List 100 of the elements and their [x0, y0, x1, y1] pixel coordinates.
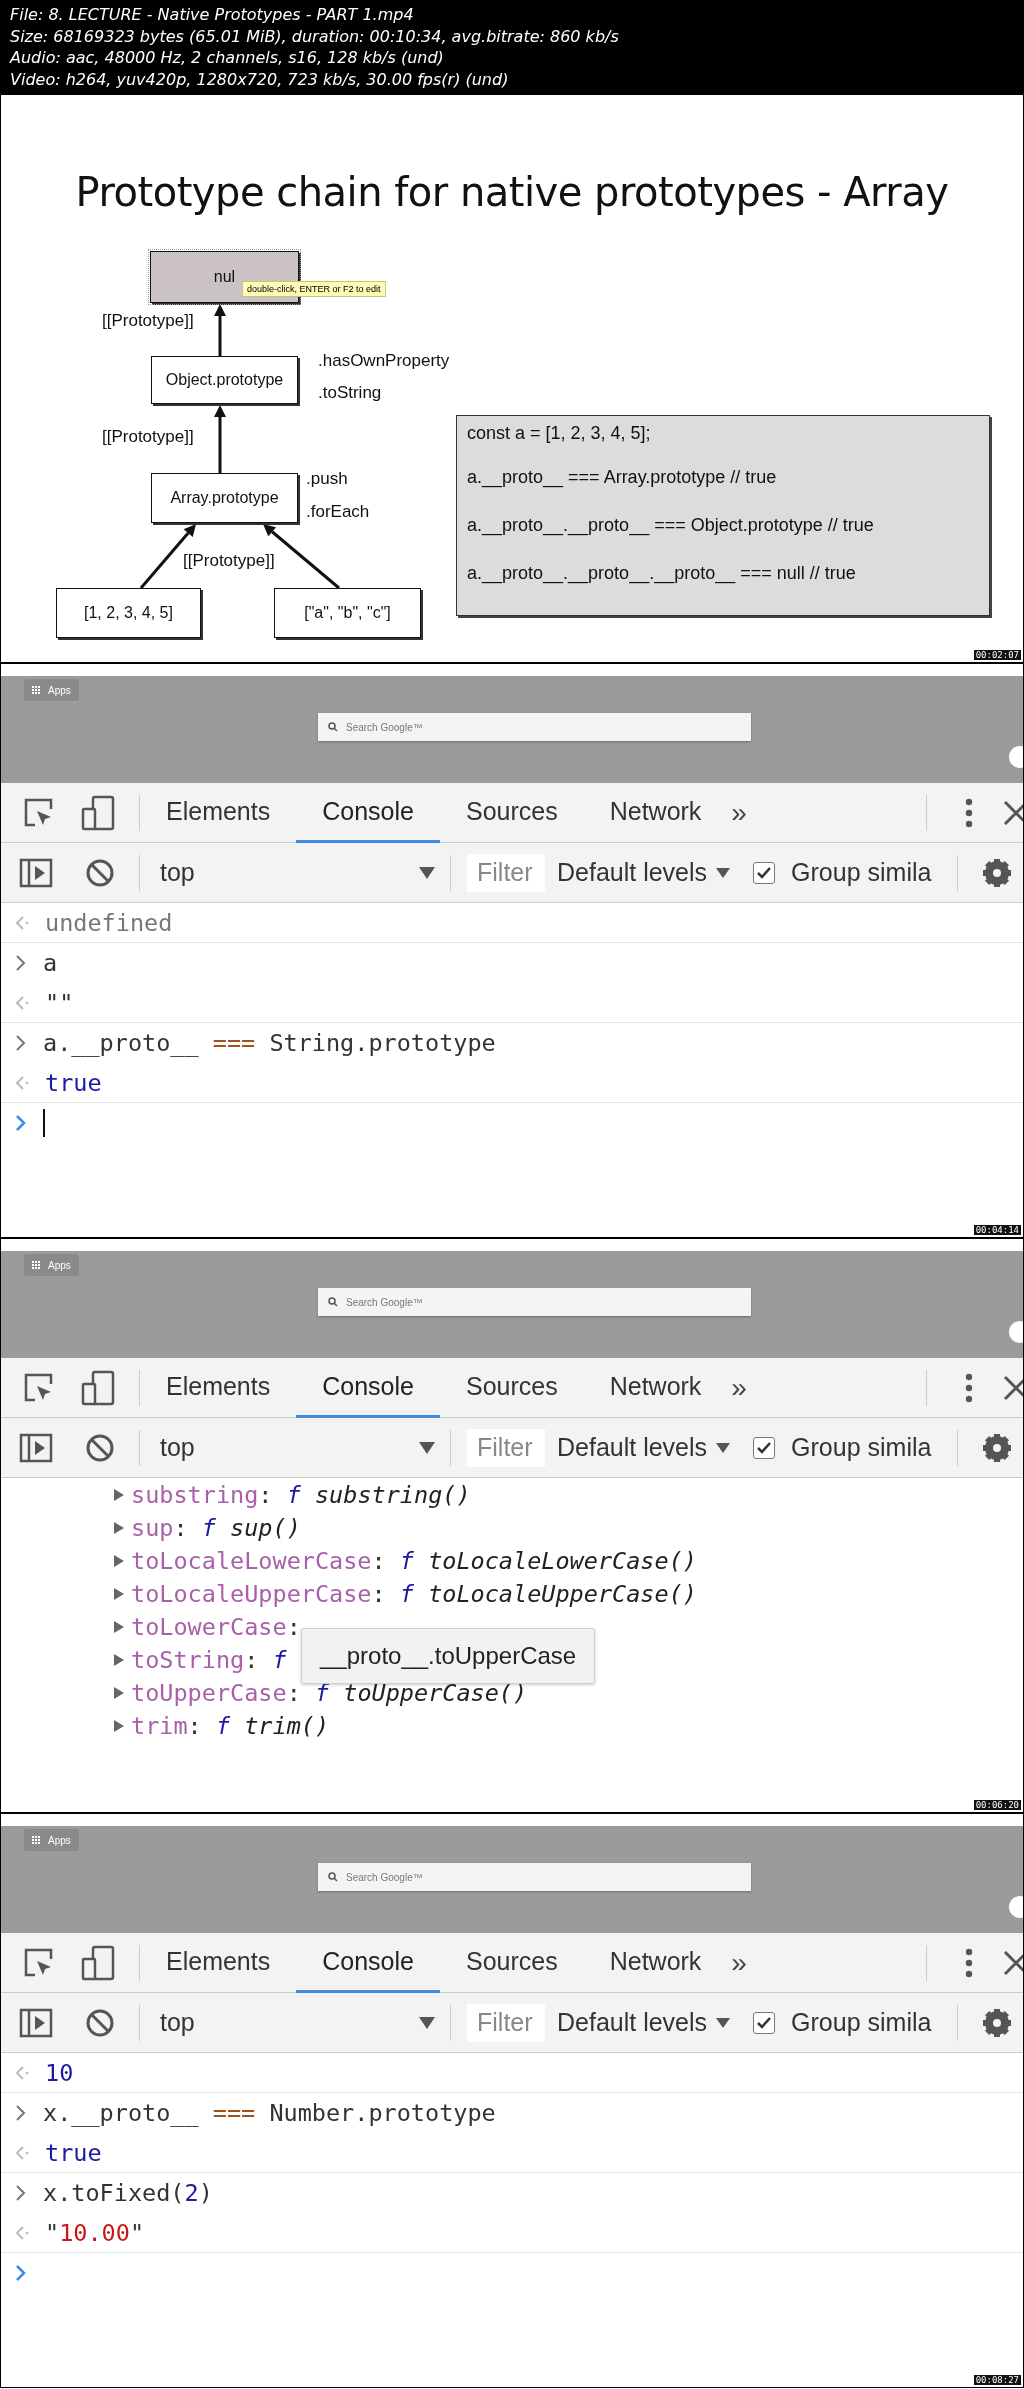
close-icon[interactable] [1003, 799, 1023, 826]
devtools-tab[interactable]: Network [583, 1357, 728, 1418]
filter-field[interactable]: Filter [467, 1428, 545, 1467]
code-line: a.__proto__.__proto__ === Object.prototype // true [467, 514, 875, 538]
devtools-tab[interactable]: Network [583, 782, 728, 843]
timestamp: 00:08:27 [973, 2375, 1021, 2385]
file-info-line: Video: h264, yuv420p, 1280x720, 723 kb/s, 30.00 fps(r) (und) [10, 68, 510, 90]
levels-dropdown[interactable]: Default levels [557, 2008, 732, 2037]
console-text: a.__proto__ === String.prototype [43, 1029, 496, 1057]
search-icon [328, 722, 338, 732]
grid-icon [32, 1261, 40, 1269]
search-icon [328, 1872, 338, 1882]
expand-triangle-icon[interactable] [113, 1718, 125, 1733]
clear-console-icon[interactable] [85, 857, 115, 888]
settings-icon[interactable] [982, 2007, 1013, 2038]
return-arrow-icon [15, 2224, 29, 2241]
inspect-icon[interactable] [23, 1371, 55, 1404]
devtools-tab[interactable]: Sources [439, 1357, 584, 1418]
clear-console-icon[interactable] [85, 2007, 115, 2038]
expand-triangle-icon[interactable] [113, 1652, 125, 1667]
kebab-menu-icon[interactable] [965, 1372, 973, 1403]
method-label: .toString [318, 383, 382, 403]
file-info-line: File: 8. LECTURE - Native Prototypes - PART 1.mp4 [10, 4, 415, 26]
devtools-tab[interactable]: Elements [140, 1932, 297, 1993]
filter-field[interactable]: Filter [467, 2003, 545, 2042]
return-arrow-icon [15, 2144, 29, 2161]
timestamp: 00:04:14 [973, 1225, 1021, 1235]
console-text: undefined [45, 908, 173, 937]
levels-dropdown[interactable]: Default levels [557, 858, 732, 887]
expand-triangle-icon[interactable] [113, 1619, 125, 1634]
settings-icon[interactable] [982, 1432, 1013, 1463]
expand-triangle-icon[interactable] [113, 1520, 125, 1535]
autocomplete-tooltip: __proto__.toUpperCase [301, 1628, 596, 1684]
expand-triangle-icon[interactable] [113, 1553, 125, 1568]
kebab-menu-icon[interactable] [965, 1947, 973, 1978]
filter-field[interactable]: Filter [467, 853, 545, 892]
settings-icon[interactable] [982, 857, 1013, 888]
grid-icon [32, 686, 40, 694]
arrow [214, 405, 226, 473]
device-icon[interactable] [81, 1944, 115, 1981]
dropdown-caret-icon [715, 1441, 732, 1454]
prompt-chevron-icon [15, 2264, 27, 2282]
console-text: toLocaleUpperCase: f toLocaleUpperCase() [131, 1579, 697, 1608]
device-icon[interactable] [81, 794, 115, 831]
context-dropdown[interactable]: top [140, 2008, 450, 2037]
devtools-tab[interactable]: Sources [439, 1932, 584, 1993]
checkbox-label: Group simila [791, 858, 933, 887]
devtools-tab[interactable]: Elements [140, 782, 297, 843]
code-line: const a = [1, 2, 3, 4, 5]; [467, 422, 652, 445]
close-icon[interactable] [1003, 1949, 1023, 1976]
file-info-line: Size: 68169323 bytes (65.01 MiB), duration: 00:10:34, avg.bitrate: 860 kb/s [10, 25, 620, 47]
checkbox[interactable] [753, 861, 776, 884]
context-dropdown[interactable]: top [140, 1433, 450, 1462]
expand-triangle-icon[interactable] [113, 1487, 125, 1502]
search-field[interactable]: Search Google™ [318, 713, 751, 741]
code-line: a.__proto__.__proto__.__proto__ === null // true [467, 562, 857, 586]
console-text: "10.00" [45, 2218, 145, 2247]
sidebar-toggle-icon[interactable] [19, 1432, 53, 1463]
check-icon [757, 1441, 772, 1454]
close-icon[interactable] [1003, 1374, 1023, 1401]
expand-triangle-icon[interactable] [113, 1586, 125, 1601]
method-label: .hasOwnProperty [318, 351, 450, 371]
devtools-tab[interactable]: Sources [439, 782, 584, 843]
device-icon[interactable] [81, 1369, 115, 1406]
devtools-tab[interactable]: Network [583, 1932, 728, 1993]
tooltip: double-click, ENTER or F2 to edit [242, 281, 386, 297]
file-info-line: Audio: aac, 48000 Hz, 2 channels, s16, 128 kb/s (und) [10, 47, 445, 69]
checkbox[interactable] [753, 1436, 776, 1459]
checkbox[interactable] [753, 2011, 776, 2034]
chevron-icon [15, 1034, 27, 1052]
sidebar-toggle-icon[interactable] [19, 2007, 53, 2038]
return-arrow-icon [15, 914, 29, 931]
diagram-node: Object.prototype [151, 356, 298, 404]
edge-label: [[Prototype]] [183, 551, 275, 571]
sidebar-toggle-icon[interactable] [19, 857, 53, 888]
dropdown-caret-icon [715, 866, 732, 879]
console-text: substring: f substring() [131, 1480, 471, 1509]
search-field[interactable]: Search Google™ [318, 1288, 751, 1316]
search-icon [328, 1297, 338, 1307]
search-field[interactable]: Search Google™ [318, 1863, 751, 1891]
more-tabs-button[interactable]: » [731, 1371, 747, 1404]
console-text: true [45, 1068, 102, 1097]
checkbox-label: Group simila [791, 1433, 933, 1462]
console-text: "" [45, 988, 74, 1017]
context-dropdown[interactable]: top [140, 858, 450, 887]
diagram-node: Array.prototype [151, 473, 298, 523]
more-tabs-button[interactable]: » [731, 1946, 747, 1979]
kebab-menu-icon[interactable] [965, 797, 973, 828]
levels-dropdown[interactable]: Default levels [557, 1433, 732, 1462]
more-tabs-button[interactable]: » [731, 796, 747, 829]
checkbox-label: Group simila [791, 2008, 933, 2037]
console-text: x.__proto__ === Number.prototype [43, 2099, 496, 2127]
inspect-icon[interactable] [23, 1946, 55, 1979]
console-text: toString: f [131, 1645, 287, 1674]
expand-triangle-icon[interactable] [113, 1685, 125, 1700]
check-icon [757, 2016, 772, 2029]
edge-label: [[Prototype]] [102, 427, 194, 447]
clear-console-icon[interactable] [85, 1432, 115, 1463]
devtools-tab[interactable]: Elements [140, 1357, 297, 1418]
inspect-icon[interactable] [23, 796, 55, 829]
